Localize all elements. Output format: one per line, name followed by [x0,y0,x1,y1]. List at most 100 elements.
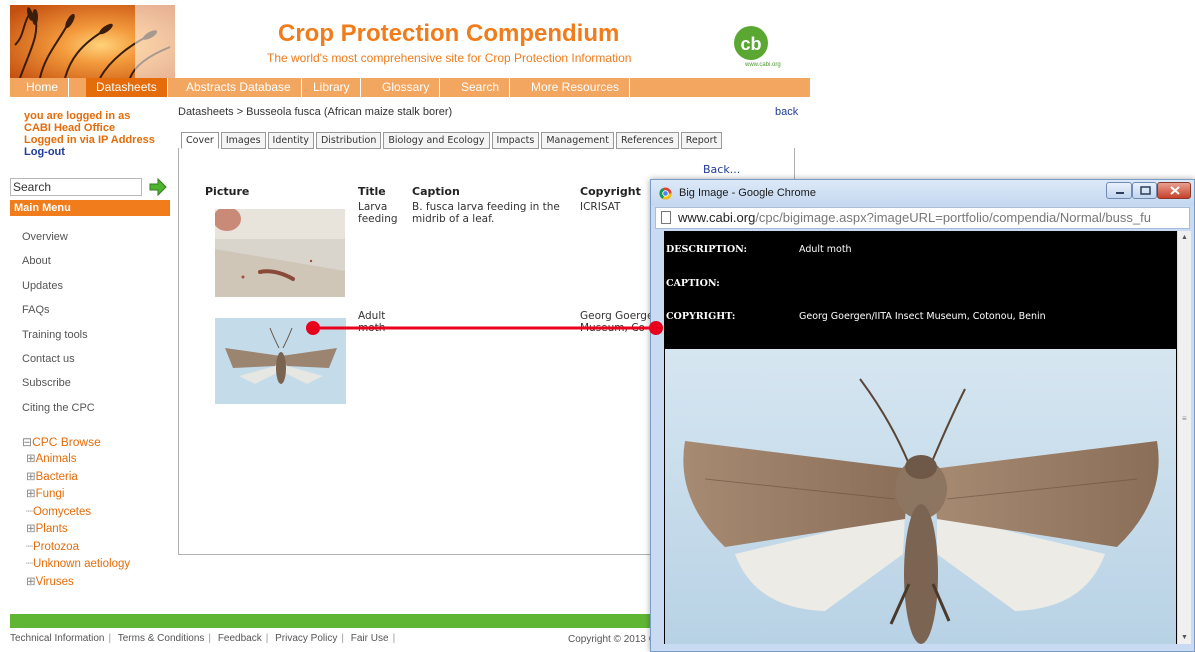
window-title: Big Image - Google Chrome [679,187,816,199]
tab-references[interactable]: References [615,132,679,149]
browse-tree: ⊞Animals ⊞Bacteria ⊞Fungi ┈Oomycetes ⊞Pl… [26,451,130,591]
wheat-sunset-image [10,5,175,78]
annotation-connector [306,321,663,335]
expand-icon[interactable]: ⊞ [26,453,36,465]
tab-report[interactable]: Report [680,132,723,149]
column-header-picture: Picture [205,185,250,198]
back-link[interactable]: back [775,106,798,118]
copyright-label: COPYRIGHT: [666,311,736,322]
row1-copyright: ICRISAT [580,201,621,213]
login-status: you are logged in as CABI Head Office Lo… [24,110,174,158]
scroll-grip-icon[interactable]: ≡ [1182,414,1187,423]
logout-link[interactable]: Log-out [24,146,174,158]
menu-item-updates[interactable]: Updates [22,280,172,304]
row1-caption-l2: midrib of a leaf. [412,213,495,225]
tab-images[interactable]: Images [220,132,266,149]
chrome-icon [659,187,672,200]
menu-item-contact-us[interactable]: Contact us [22,353,172,377]
footer-separator: | [265,633,269,644]
browse-item-label: Plants [35,523,68,535]
tab-identity[interactable]: Identity [267,132,314,149]
footer-separator: | [108,633,112,644]
column-header-caption: Caption [412,185,460,198]
cpc-browse-label: CPC Browse [32,435,101,449]
collapse-icon[interactable]: ⊟ [22,435,32,449]
address-url[interactable]: www.cabi.org/cpc/bigimage.aspx?imageURL=… [678,210,1151,225]
nav-library[interactable]: Library [303,78,361,97]
row1-title-l2: feeding [358,213,398,225]
url-host: www.cabi.org [678,210,756,225]
menu-item-subscribe[interactable]: Subscribe [22,377,172,401]
browse-item-bacteria[interactable]: ⊞Bacteria [26,469,130,487]
nav-home[interactable]: Home [16,78,70,97]
browse-item-fungi[interactable]: ⊞Fungi [26,486,130,504]
site-title: Crop Protection Compendium [278,20,620,47]
tab-biology-ecology[interactable]: Biology and Ecology [383,132,490,149]
expand-icon[interactable]: ⊞ [26,471,36,483]
maximize-icon [1140,186,1151,195]
cpc-browse-heading[interactable]: ⊟CPC Browse [22,435,101,449]
minimize-icon [1116,192,1124,194]
footer-fair-use[interactable]: Fair Use [351,633,389,644]
scroll-down-icon[interactable]: ▼ [1181,634,1188,641]
menu-item-citing[interactable]: Citing the CPC [22,402,172,426]
menu-item-about[interactable]: About [22,255,172,279]
window-titlebar[interactable]: Big Image - Google Chrome [651,180,1194,206]
expand-icon[interactable]: ⊞ [26,523,36,535]
browse-item-protozoa[interactable]: ┈Protozoa [26,539,130,557]
browse-item-label: Viruses [35,575,74,588]
breadcrumb: Datasheets > Busseola fusca (African mai… [178,106,453,118]
tree-line-icon: ┈ [26,540,33,553]
menu-item-overview[interactable]: Overview [22,231,172,255]
top-navigation: Home Datasheets Abstracts Database Libra… [10,78,810,97]
browse-item-animals[interactable]: ⊞Animals [26,451,130,469]
footer-copyright: Copyright © 2013 CA [568,634,663,645]
larva-thumbnail-image[interactable] [215,209,345,297]
footer-separator: | [392,633,396,644]
nav-more-resources[interactable]: More Resources [521,78,631,97]
footer-feedback[interactable]: Feedback [218,633,262,644]
tab-impacts[interactable]: Impacts [491,132,540,149]
browse-item-viruses[interactable]: ⊞Viruses [26,574,130,592]
footer-bar [10,614,660,628]
menu-item-training-tools[interactable]: Training tools [22,329,172,353]
minimize-button[interactable] [1106,182,1132,199]
maximize-button[interactable] [1132,182,1157,199]
close-button[interactable] [1157,182,1191,199]
row1-caption-l1: B. fusca larva feeding in the [412,201,560,213]
search-input[interactable] [10,178,142,196]
tab-management[interactable]: Management [541,132,614,149]
login-org: CABI Head Office [24,122,116,134]
footer-links: Technical Information | Terms & Condition… [10,633,399,644]
copyright-value: Georg Goergen/IITA Insect Museum, Cotono… [799,311,1046,322]
scroll-up-icon[interactable]: ▲ [1181,234,1188,241]
menu-item-faqs[interactable]: FAQs [22,304,172,328]
browse-item-label: Oomycetes [32,505,92,518]
site-banner: Crop Protection Compendium The world's m… [10,5,810,78]
tree-line-icon: ┈ [26,505,33,518]
browse-item-unknown-aetiology[interactable]: ┈Unknown aetiology [26,556,130,574]
row1-caption: B. fusca larva feeding in the midrib of … [412,201,560,225]
nav-glossary[interactable]: Glossary [372,78,441,97]
footer-technical-information[interactable]: Technical Information [10,633,105,644]
nav-datasheets[interactable]: Datasheets [86,78,168,97]
footer-terms[interactable]: Terms & Conditions [118,633,205,644]
back-link-small[interactable]: Back... [703,163,740,176]
address-bar[interactable]: www.cabi.org/cpc/bigimage.aspx?imageURL=… [655,207,1190,229]
browse-item-label: Protozoa [32,540,79,553]
nav-abstracts-database[interactable]: Abstracts Database [176,78,302,97]
browse-item-oomycetes[interactable]: ┈Oomycetes [26,504,130,522]
main-menu-heading: Main Menu [10,200,170,216]
search-box [10,177,170,197]
expand-icon[interactable]: ⊞ [26,576,36,588]
footer-privacy-policy[interactable]: Privacy Policy [275,633,337,644]
datasheet-tabs: Cover Images Identity Distribution Biolo… [181,132,724,149]
expand-icon[interactable]: ⊞ [26,488,36,500]
adult-moth-image [665,349,1176,644]
browse-item-plants[interactable]: ⊞Plants [26,521,130,539]
nav-search[interactable]: Search [451,78,511,97]
tab-cover[interactable]: Cover [181,132,219,149]
arrow-right-icon[interactable] [148,177,168,197]
tab-distribution[interactable]: Distribution [315,132,382,149]
vertical-scrollbar[interactable]: ▲ ≡ ▼ [1177,231,1191,644]
